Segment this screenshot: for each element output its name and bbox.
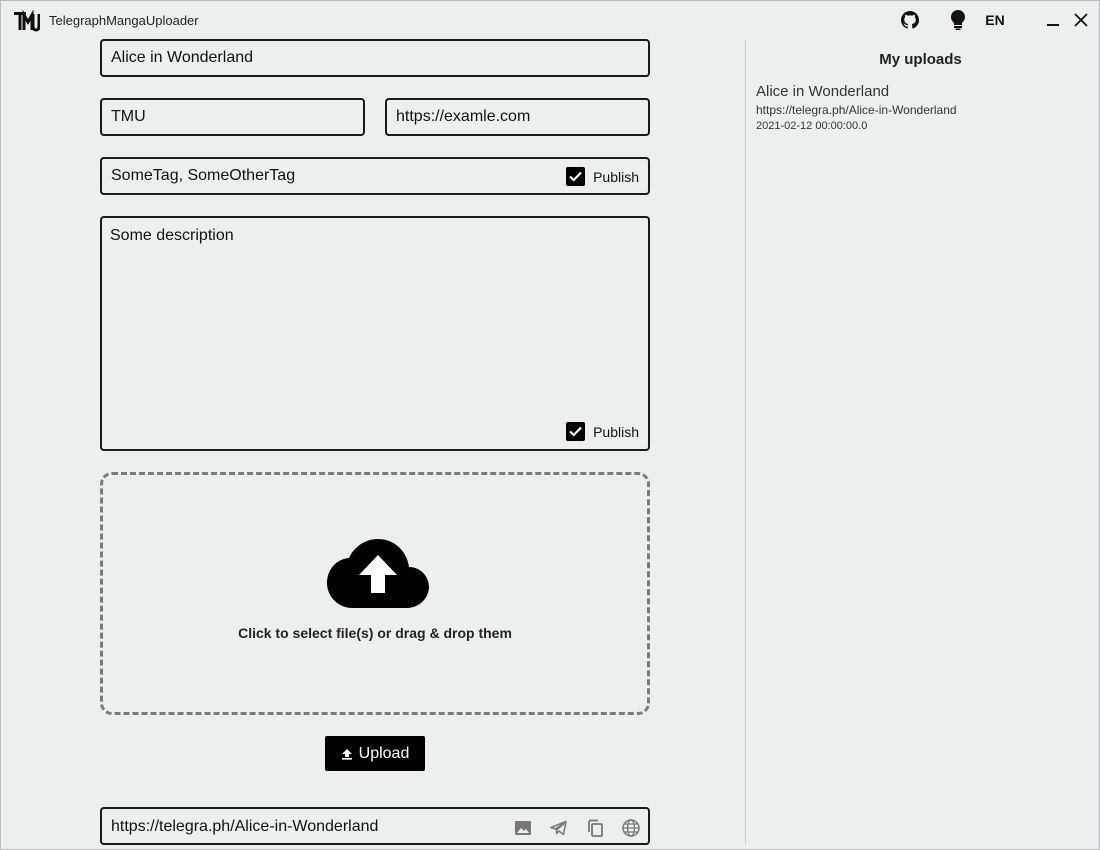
app-logo-icon bbox=[14, 10, 40, 32]
author-input[interactable] bbox=[102, 100, 363, 134]
tags-input[interactable] bbox=[102, 159, 552, 193]
result-url[interactable]: https://telegra.ph/Alice-in-Wonderland bbox=[111, 818, 378, 836]
author-url-input[interactable] bbox=[387, 100, 648, 134]
github-icon bbox=[901, 11, 919, 29]
close-icon bbox=[1074, 13, 1088, 27]
upload-list-item[interactable]: Alice in Wonderland https://telegra.ph/A… bbox=[756, 83, 957, 132]
image-icon[interactable] bbox=[513, 818, 533, 838]
lightbulb-icon bbox=[951, 10, 965, 30]
theme-toggle-button[interactable] bbox=[946, 8, 970, 32]
upload-button[interactable]: Upload bbox=[325, 736, 425, 771]
github-button[interactable] bbox=[898, 8, 922, 32]
description-publish-label: Publish bbox=[593, 423, 639, 440]
title-input[interactable] bbox=[102, 41, 648, 75]
author-field-container bbox=[100, 98, 365, 136]
app-title: TelegraphMangaUploader bbox=[49, 13, 199, 28]
result-link-field: https://telegra.ph/Alice-in-Wonderland bbox=[100, 807, 650, 845]
minimize-button[interactable] bbox=[1043, 8, 1063, 32]
tags-publish-checkbox[interactable]: Publish bbox=[566, 167, 639, 186]
uploads-heading: My uploads bbox=[879, 51, 962, 68]
panel-divider bbox=[745, 40, 746, 845]
upload-item-date: 2021-02-12 00:00:00.0 bbox=[756, 120, 868, 132]
author-url-field-container bbox=[385, 98, 650, 136]
telegram-icon[interactable] bbox=[549, 818, 569, 838]
tags-publish-label: Publish bbox=[593, 168, 639, 185]
checkbox-checked-icon bbox=[566, 167, 586, 186]
language-button[interactable]: EN bbox=[980, 8, 1010, 32]
title-bar: TelegraphMangaUploader EN bbox=[0, 0, 1100, 40]
description-textarea[interactable]: Some description bbox=[102, 218, 648, 408]
upload-item-url: https://telegra.ph/Alice-in-Wonderland bbox=[756, 103, 957, 117]
upload-button-label: Upload bbox=[358, 744, 410, 762]
upload-icon bbox=[341, 748, 352, 760]
upload-item-title: Alice in Wonderland bbox=[756, 83, 890, 100]
tags-field-container: Publish bbox=[100, 157, 650, 195]
globe-icon[interactable] bbox=[621, 818, 641, 838]
description-field-container: Some description Publish bbox=[100, 216, 650, 451]
close-button[interactable] bbox=[1071, 8, 1091, 32]
file-dropzone[interactable]: Click to select file(s) or drag & drop t… bbox=[100, 472, 650, 715]
minimize-icon bbox=[1047, 24, 1059, 26]
description-publish-checkbox[interactable]: Publish bbox=[566, 422, 639, 441]
cloud-upload-icon bbox=[327, 539, 429, 608]
copy-icon[interactable] bbox=[585, 818, 605, 838]
checkbox-checked-icon bbox=[566, 422, 586, 441]
dropzone-text: Click to select file(s) or drag & drop t… bbox=[238, 625, 512, 641]
title-field-container bbox=[100, 39, 650, 77]
